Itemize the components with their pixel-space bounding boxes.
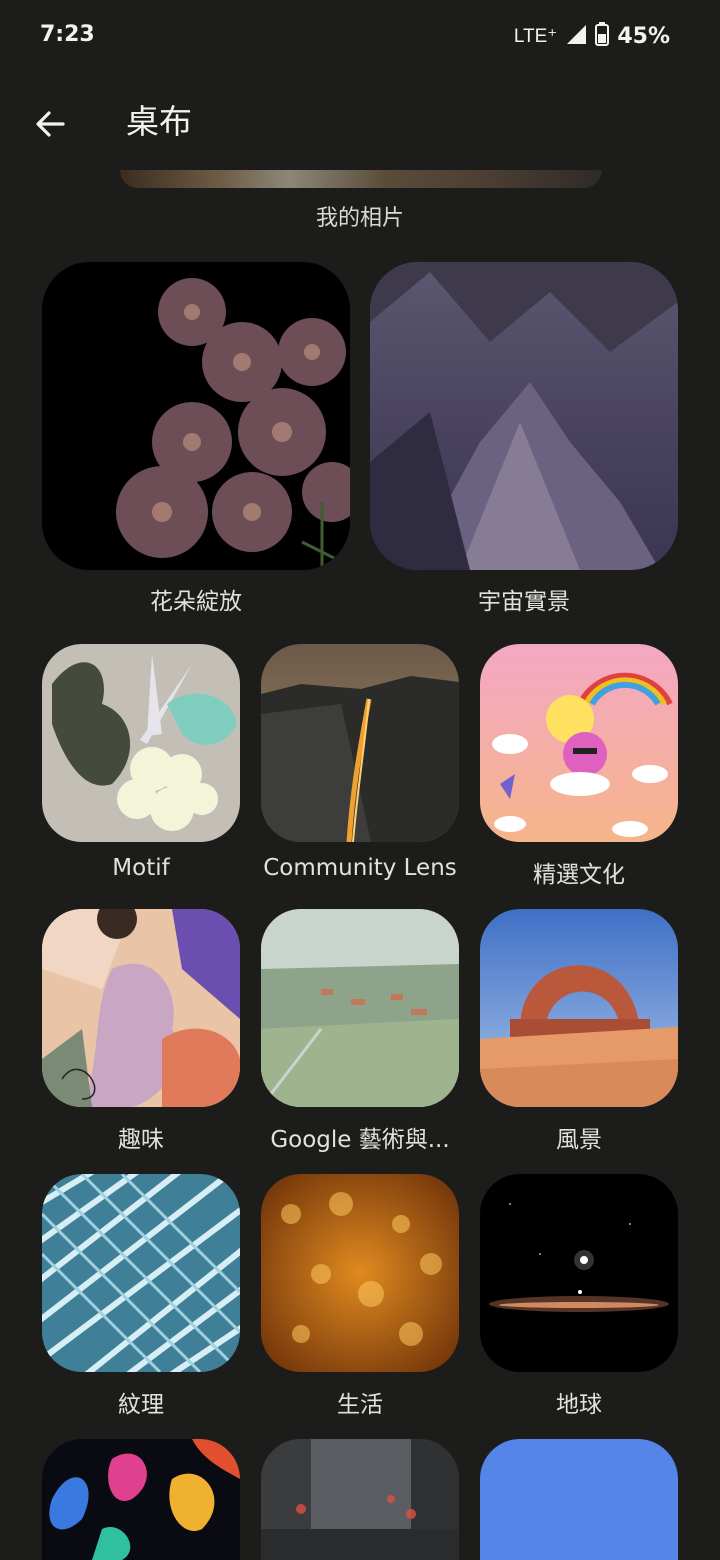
category-label: Google 藝術與...: [270, 1127, 450, 1153]
app-bar: 桌布: [0, 80, 720, 164]
culture-thumbnail: [480, 644, 678, 842]
category-label: 生活: [337, 1392, 383, 1418]
fun-thumbnail: [42, 909, 240, 1107]
my-photos-label: 我的相片: [315, 206, 404, 231]
category-tile-color[interactable]: [480, 1439, 678, 1560]
status-time: 7:23: [40, 22, 95, 47]
category-label: 精選文化: [533, 862, 625, 888]
cosmos-thumbnail: [370, 262, 678, 570]
category-label: 風景: [556, 1127, 602, 1153]
city-thumbnail: [261, 1439, 459, 1560]
signal-icon: [565, 23, 587, 49]
category-tile-cosmos[interactable]: [370, 262, 678, 570]
category-tile-earth[interactable]: [480, 1174, 678, 1372]
network-type: LTE⁺: [513, 25, 558, 47]
category-tile-community-lens[interactable]: [261, 644, 459, 842]
category-label: 趣味: [118, 1127, 164, 1153]
category-label: Community Lens: [263, 855, 457, 881]
category-tile-flowers[interactable]: [42, 262, 350, 570]
category-tile-splash[interactable]: [42, 1439, 240, 1560]
category-label: 花朵綻放: [150, 589, 242, 615]
status-bar: 7:23 LTE⁺ 45%: [0, 0, 720, 72]
earth-thumbnail: [480, 1174, 678, 1372]
page-title: 桌布: [126, 102, 192, 141]
category-label: 宇宙實景: [478, 589, 570, 615]
category-tile-motif[interactable]: [42, 644, 240, 842]
category-tile-fun[interactable]: [42, 909, 240, 1107]
flowers-thumbnail: [42, 262, 350, 570]
category-tile-textures[interactable]: [42, 1174, 240, 1372]
back-button[interactable]: [24, 98, 76, 150]
status-icons: LTE⁺ 45%: [514, 22, 670, 50]
splash-thumbnail: [42, 1439, 240, 1560]
battery-percent: 45%: [617, 23, 670, 49]
my-photos-thumbnail[interactable]: [120, 170, 602, 188]
category-label: 紋理: [118, 1392, 164, 1418]
category-tile-life[interactable]: [261, 1174, 459, 1372]
category-label: Motif: [112, 855, 170, 881]
category-tile-google-arts[interactable]: [261, 909, 459, 1107]
waterfall-thumbnail: [261, 644, 459, 842]
category-tile-landscape[interactable]: [480, 909, 678, 1107]
bokeh-thumbnail: [261, 1174, 459, 1372]
category-label: 地球: [556, 1392, 602, 1418]
category-tile-culture[interactable]: [480, 644, 678, 842]
battery-icon: [595, 22, 610, 50]
category-tile-city[interactable]: [261, 1439, 459, 1560]
motif-thumbnail: [42, 644, 240, 842]
arch-thumbnail: [480, 909, 678, 1107]
arrow-back-icon: [36, 111, 65, 137]
arts-thumbnail: [261, 909, 459, 1107]
texture-thumbnail: [42, 1174, 240, 1372]
